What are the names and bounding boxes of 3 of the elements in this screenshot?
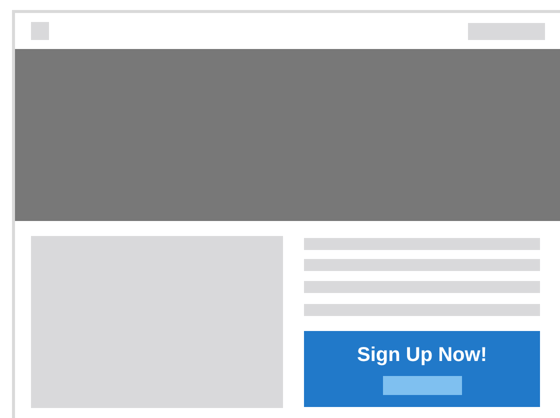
signup-button-placeholder[interactable] [382,376,462,395]
logo-placeholder [31,22,49,40]
signup-title: Sign Up Now! [357,343,487,367]
